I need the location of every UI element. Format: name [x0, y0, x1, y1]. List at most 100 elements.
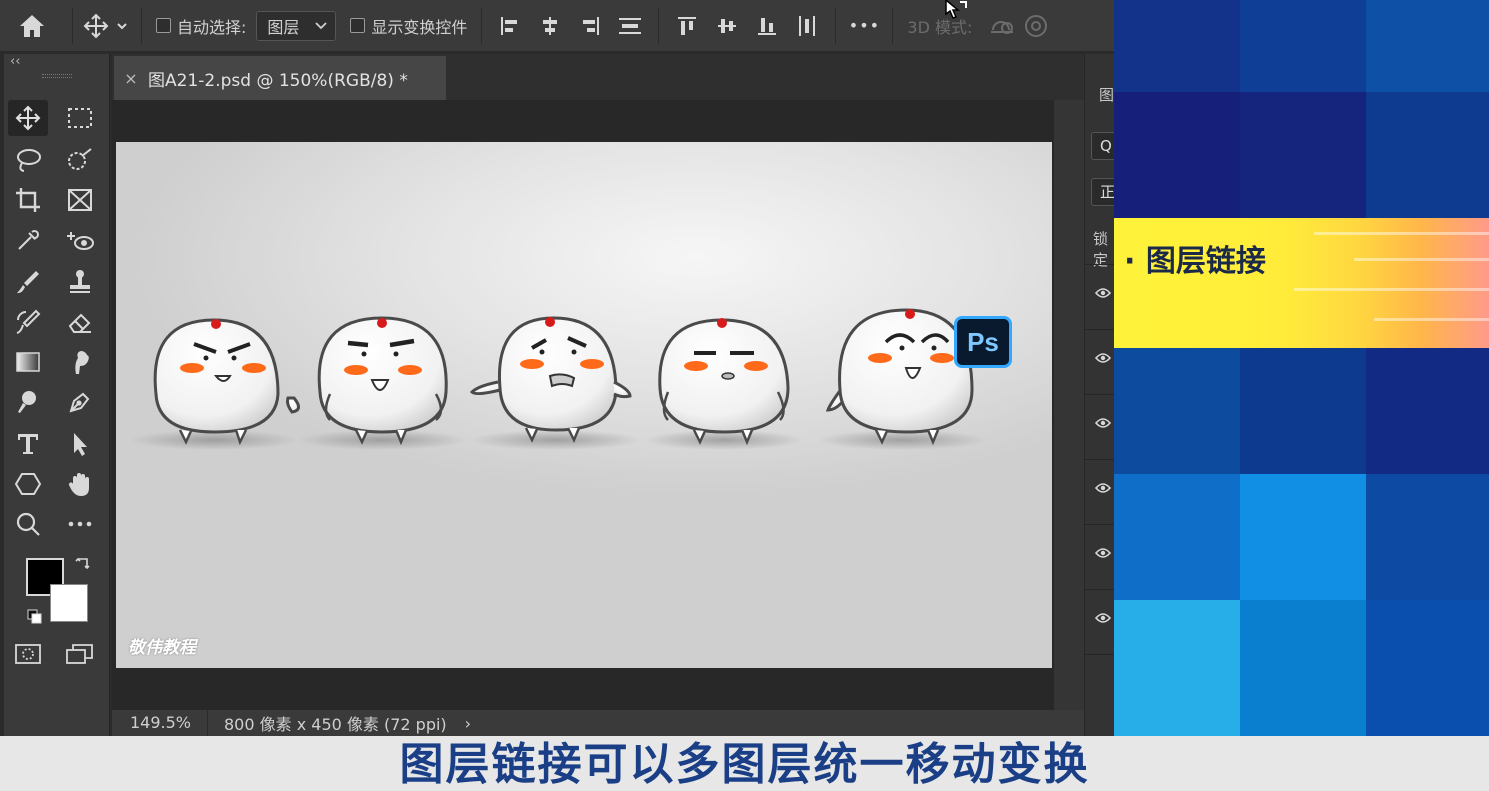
- path-selection-tool-icon[interactable]: [60, 426, 100, 462]
- auto-select-checkbox[interactable]: 自动选择:: [156, 14, 246, 38]
- smudge-tool-icon[interactable]: [60, 344, 100, 380]
- visibility-eye-icon[interactable]: [1095, 287, 1111, 299]
- distribute-horizontal-icon[interactable]: [787, 6, 827, 46]
- visibility-eye-icon[interactable]: [1095, 547, 1111, 559]
- overlay-tile: [1366, 348, 1489, 474]
- chevron-down-icon: [315, 21, 328, 29]
- 3d-rotate-icon[interactable]: [1022, 6, 1050, 46]
- overlay-tile: [1114, 348, 1240, 474]
- screen: 自动选择: 图层 显示变换控件 ••• 3D 模式: ‹‹ × 图A21-2.p…: [0, 0, 1489, 791]
- overlay-tile: [1240, 474, 1366, 600]
- default-colors-icon[interactable]: [26, 608, 44, 630]
- mascot-2: [297, 316, 467, 450]
- layer-row[interactable]: [1085, 654, 1117, 719]
- gradient-tool-icon[interactable]: [8, 344, 48, 380]
- visibility-eye-icon[interactable]: [1095, 482, 1111, 494]
- home-icon[interactable]: [0, 0, 64, 52]
- overlay-tile: [1366, 600, 1489, 736]
- align-top-icon[interactable]: [667, 6, 707, 46]
- document-tab-title: 图A21-2.psd @ 150%(RGB/8) *: [148, 70, 408, 91]
- brush-tool-icon[interactable]: [8, 264, 48, 300]
- lasso-tool-icon[interactable]: [8, 142, 48, 178]
- eyedropper-tool-icon[interactable]: [8, 222, 48, 258]
- overlay-tile: [1114, 92, 1240, 218]
- spot-healing-tool-icon[interactable]: [60, 222, 100, 258]
- close-tab-button[interactable]: ×: [114, 69, 148, 88]
- watermark: 敬伟教程: [128, 638, 196, 658]
- auto-select-label: 自动选择:: [177, 17, 247, 37]
- lesson-overlay: · 图层链接: [1114, 0, 1489, 736]
- align-right-icon[interactable]: [570, 6, 610, 46]
- collapse-toolbox-button[interactable]: ‹‹: [4, 54, 109, 72]
- zoom-tool-icon[interactable]: [8, 506, 48, 542]
- align-horizontal-center-icon[interactable]: [530, 6, 570, 46]
- eraser-tool-icon[interactable]: [60, 304, 100, 340]
- edit-toolbar-icon[interactable]: [60, 506, 100, 542]
- layers-panel-title[interactable]: 图: [1099, 84, 1114, 105]
- mascot-3: [469, 316, 641, 450]
- divider: [892, 7, 894, 44]
- crop-tool-icon[interactable]: [8, 182, 48, 218]
- topic-banner-text: · 图层链接: [1124, 244, 1266, 279]
- dodge-tool-icon[interactable]: [8, 384, 48, 420]
- quick-selection-tool-icon[interactable]: [60, 142, 100, 178]
- overlay-tile: [1240, 0, 1366, 92]
- divider: [835, 7, 837, 44]
- status-bar: 149.5% 800 像素 x 450 像素 (72 ppi) ›: [112, 710, 1084, 736]
- divider: [72, 7, 73, 44]
- overlay-tile: [1240, 600, 1366, 736]
- type-tool-icon[interactable]: [8, 426, 48, 462]
- move-tool-icon[interactable]: [8, 100, 48, 136]
- layer-row[interactable]: [1085, 329, 1117, 394]
- vertical-scrollbar[interactable]: [1054, 100, 1084, 710]
- auto-select-target-value: 图层: [267, 17, 300, 37]
- layer-row[interactable]: [1085, 264, 1117, 329]
- swap-colors-icon[interactable]: [74, 556, 92, 578]
- layer-row[interactable]: [1085, 589, 1117, 654]
- checkbox-box[interactable]: [350, 18, 366, 33]
- history-brush-tool-icon[interactable]: [8, 304, 48, 340]
- divider: [658, 7, 660, 44]
- checkbox-box[interactable]: [156, 18, 171, 33]
- show-transform-checkbox[interactable]: 显示变换控件: [350, 14, 467, 38]
- marquee-tool-icon[interactable]: [60, 100, 100, 136]
- clone-stamp-tool-icon[interactable]: [60, 264, 100, 300]
- hand-tool-icon[interactable]: [60, 466, 100, 502]
- overlay-tile: [1114, 600, 1240, 736]
- zoom-level[interactable]: 149.5%: [112, 710, 208, 736]
- overlay-tile: [1114, 0, 1240, 92]
- toolbox-grip[interactable]: [41, 74, 72, 78]
- show-transform-label: 显示变换控件: [371, 17, 468, 37]
- auto-select-target-dropdown[interactable]: 图层: [256, 10, 337, 41]
- more-options-button[interactable]: •••: [844, 6, 884, 46]
- layers-panel: 图 Q 正 锁定: [1084, 54, 1121, 736]
- video-subtitle: 图层链接可以多图层统一移动变换: [0, 736, 1489, 791]
- layer-row[interactable]: [1085, 394, 1117, 459]
- visibility-eye-icon[interactable]: [1095, 352, 1111, 364]
- document-tab-bar: × 图A21-2.psd @ 150%(RGB/8) *: [112, 54, 1084, 100]
- align-vertical-center-icon[interactable]: [707, 6, 747, 46]
- screen-mode-icon[interactable]: [60, 636, 100, 672]
- pen-tool-icon[interactable]: [60, 384, 100, 420]
- frame-tool-icon[interactable]: [60, 182, 100, 218]
- divider: [481, 7, 483, 44]
- status-menu-arrow[interactable]: ›: [465, 714, 471, 733]
- banner-streak: [1374, 318, 1489, 321]
- quick-mask-icon[interactable]: [8, 636, 48, 672]
- align-left-icon[interactable]: [490, 6, 530, 46]
- distribute-vertical-icon[interactable]: [610, 6, 650, 46]
- layer-row[interactable]: [1085, 524, 1117, 589]
- mascot-1: [129, 318, 300, 450]
- shape-tool-icon[interactable]: [8, 466, 48, 502]
- mascot-4: [644, 318, 804, 450]
- align-bottom-icon[interactable]: [747, 6, 787, 46]
- background-color-swatch[interactable]: [50, 584, 88, 622]
- image-canvas[interactable]: Ps 敬伟教程: [116, 142, 1052, 668]
- document-tab[interactable]: × 图A21-2.psd @ 150%(RGB/8) *: [114, 56, 446, 100]
- visibility-eye-icon[interactable]: [1095, 417, 1111, 429]
- visibility-eye-icon[interactable]: [1095, 612, 1111, 624]
- divider: [141, 7, 142, 44]
- move-tool-preset-icon[interactable]: [81, 6, 133, 46]
- layer-row[interactable]: [1085, 459, 1117, 524]
- 3d-orbit-icon[interactable]: [982, 6, 1022, 46]
